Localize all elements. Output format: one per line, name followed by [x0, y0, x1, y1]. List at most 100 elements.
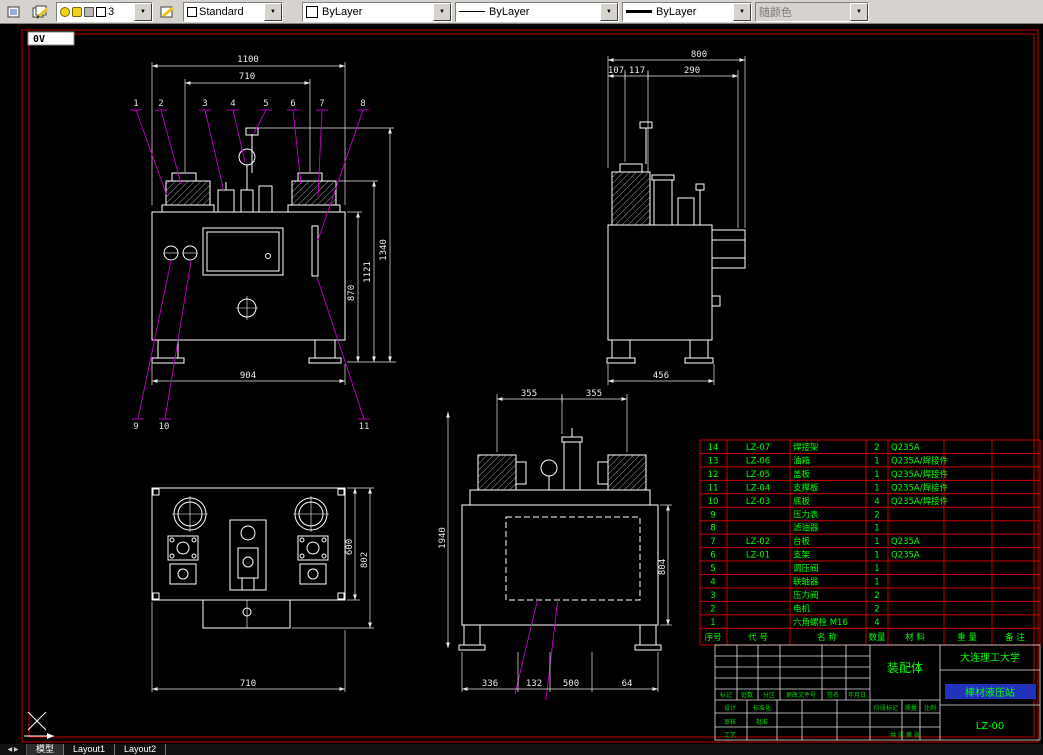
- parts-table-cell: 5: [710, 564, 715, 574]
- balloon-6: 6: [290, 99, 295, 109]
- parts-table-cell: 12: [708, 470, 719, 480]
- linetype-combo-arrow-icon[interactable]: ▼: [600, 2, 618, 21]
- parts-table-header: 序号 代 号 名 称 数量 材 料 重 量 备 注: [704, 632, 1025, 643]
- dim-front-height-total: 1340: [379, 239, 389, 261]
- linetype-preview-icon: [459, 11, 485, 12]
- label-doc: 更改文件号: [786, 691, 816, 699]
- balloon-9: 9: [133, 422, 138, 432]
- title-drawing-name: 棒材液压站: [965, 686, 1015, 699]
- model-space-canvas[interactable]: 0V 1100 710 904 870 1121 1340 1 2 3 4 5 …: [0, 24, 1043, 744]
- plot-style-combo: 随颜色 ▼: [755, 1, 869, 22]
- parts-table-cell: 调压阀: [793, 564, 819, 574]
- parts-table-cell: 4: [874, 618, 879, 628]
- text-style-value: Standard: [199, 5, 244, 18]
- color-combo-value: ByLayer: [322, 5, 363, 18]
- parts-table-cell: 1: [874, 470, 879, 480]
- plan-view-geometry: [151, 487, 346, 629]
- parts-table-cell: Q235A: [891, 537, 920, 547]
- balloon-10: 10: [159, 422, 170, 432]
- title-block-text: 装配体 大连理工大学 棒材液压站 LZ-00 标记 处数 分区 更改文件号 签名…: [720, 651, 1036, 739]
- label-date: 年月日: [848, 691, 866, 699]
- layer-properties-button[interactable]: [29, 0, 53, 23]
- tab-layout2[interactable]: Layout2: [115, 744, 167, 755]
- parts-table-cell: 8: [710, 524, 715, 534]
- layer-unlock-icon: [84, 6, 94, 17]
- layer-combo[interactable]: 3 ▼: [56, 1, 153, 22]
- title-university: 大连理工大学: [960, 651, 1020, 664]
- dim-side-width-total: 800: [691, 50, 707, 60]
- tab-scroll-icon[interactable]: ◀ ▶: [0, 744, 27, 755]
- parts-table-cell: 压力表: [793, 509, 819, 520]
- front-view-balloons: 1 2 3 4 5 6 7 8 9 10 11: [130, 99, 370, 432]
- dim-section-t1: 355: [521, 389, 537, 399]
- dim-front-width-total: 1100: [237, 55, 259, 65]
- linetype-combo-value: ByLayer: [489, 5, 530, 18]
- layers-dialog-button[interactable]: [2, 0, 26, 23]
- label-sign: 签名: [827, 691, 839, 699]
- parts-table-cell: 11: [708, 483, 719, 493]
- parts-table-cell: 2: [874, 510, 879, 520]
- parts-table-cell: 1: [874, 483, 879, 493]
- parts-table-cell: 电机: [793, 603, 811, 614]
- dim-section-right: 804: [658, 559, 668, 575]
- viewport-label[interactable]: 0V: [27, 31, 75, 46]
- dim-section-b3: 500: [563, 679, 579, 689]
- balloon-11: 11: [359, 422, 370, 432]
- parts-table-cell: 支撑板: [793, 482, 819, 493]
- section-view-dimensions: 355 355 1940 804 336 132 500 64: [438, 389, 672, 692]
- layer-pencil-icon: [32, 5, 48, 19]
- cad-application-window: 3 ▼ Standard ▼ ByLayer ▼ ByLayer ▼ ByLay…: [0, 0, 1043, 755]
- title-assembly: 装配体: [887, 661, 923, 675]
- label-approve: 批准: [756, 718, 768, 726]
- parts-table-cell: LZ-05: [746, 470, 770, 480]
- color-combo[interactable]: ByLayer ▼: [302, 1, 452, 22]
- text-style-combo-arrow-icon[interactable]: ▼: [264, 2, 282, 21]
- linetype-combo[interactable]: ByLayer ▼: [455, 1, 619, 22]
- parts-table-cell: LZ-02: [746, 537, 770, 547]
- lineweight-preview-icon: [626, 10, 652, 13]
- color-combo-arrow-icon[interactable]: ▼: [433, 2, 451, 21]
- parts-table-cell: 7: [710, 537, 715, 547]
- dim-section-b2: 132: [526, 679, 542, 689]
- parts-table-cell: 2: [710, 604, 715, 614]
- tab-model[interactable]: 模型: [27, 744, 65, 755]
- parts-table-cell: 六角螺栓 M16: [793, 617, 848, 628]
- parts-table-cell: LZ-04: [746, 483, 770, 493]
- parts-table-cell: 2: [874, 443, 879, 453]
- make-layer-current-icon: [160, 6, 174, 17]
- label-scale: 比例: [924, 704, 936, 712]
- parts-table-cell: 2: [874, 604, 879, 614]
- make-object-layer-current-button[interactable]: [156, 0, 180, 23]
- parts-table-cell: 1: [874, 456, 879, 466]
- parts-header-name: 名 称: [817, 632, 837, 643]
- current-color-swatch-icon: [306, 5, 318, 18]
- dim-side-b: 117: [629, 66, 645, 76]
- label-check: 审核: [724, 718, 736, 726]
- parts-table-cell: 13: [708, 456, 719, 466]
- label-design: 设计: [724, 704, 736, 712]
- dim-section-b4: 64: [622, 679, 633, 689]
- parts-table-cell: 油箱: [793, 455, 811, 466]
- dim-front-width-inner: 710: [239, 72, 255, 82]
- label-mark: 标记: [720, 691, 732, 699]
- balloon-2: 2: [158, 99, 163, 109]
- balloon-4: 4: [230, 99, 235, 109]
- label-count: 处数: [741, 691, 753, 699]
- dim-front-base: 904: [240, 371, 256, 381]
- parts-table-cell: 1: [874, 524, 879, 534]
- lineweight-combo-arrow-icon[interactable]: ▼: [733, 2, 751, 21]
- dim-plan-base: 710: [240, 679, 256, 689]
- layer-combo-arrow-icon[interactable]: ▼: [134, 2, 152, 21]
- text-style-combo[interactable]: Standard ▼: [183, 1, 283, 22]
- parts-table-cell: 1: [710, 618, 715, 628]
- balloon-8: 8: [360, 99, 365, 109]
- parts-table-cell: 支架: [793, 550, 811, 561]
- parts-table-cell: 1: [874, 564, 879, 574]
- parts-table-cell: 4: [710, 578, 715, 588]
- parts-table-cell: 滤油器: [793, 523, 819, 534]
- cad-drawing[interactable]: 0V 1100 710 904 870 1121 1340 1 2 3 4 5 …: [0, 24, 1043, 744]
- parts-table-cell: LZ-03: [746, 497, 770, 507]
- side-view-geometry: [606, 121, 746, 364]
- lineweight-combo[interactable]: ByLayer ▼: [622, 1, 752, 22]
- tab-layout1[interactable]: Layout1: [64, 744, 116, 755]
